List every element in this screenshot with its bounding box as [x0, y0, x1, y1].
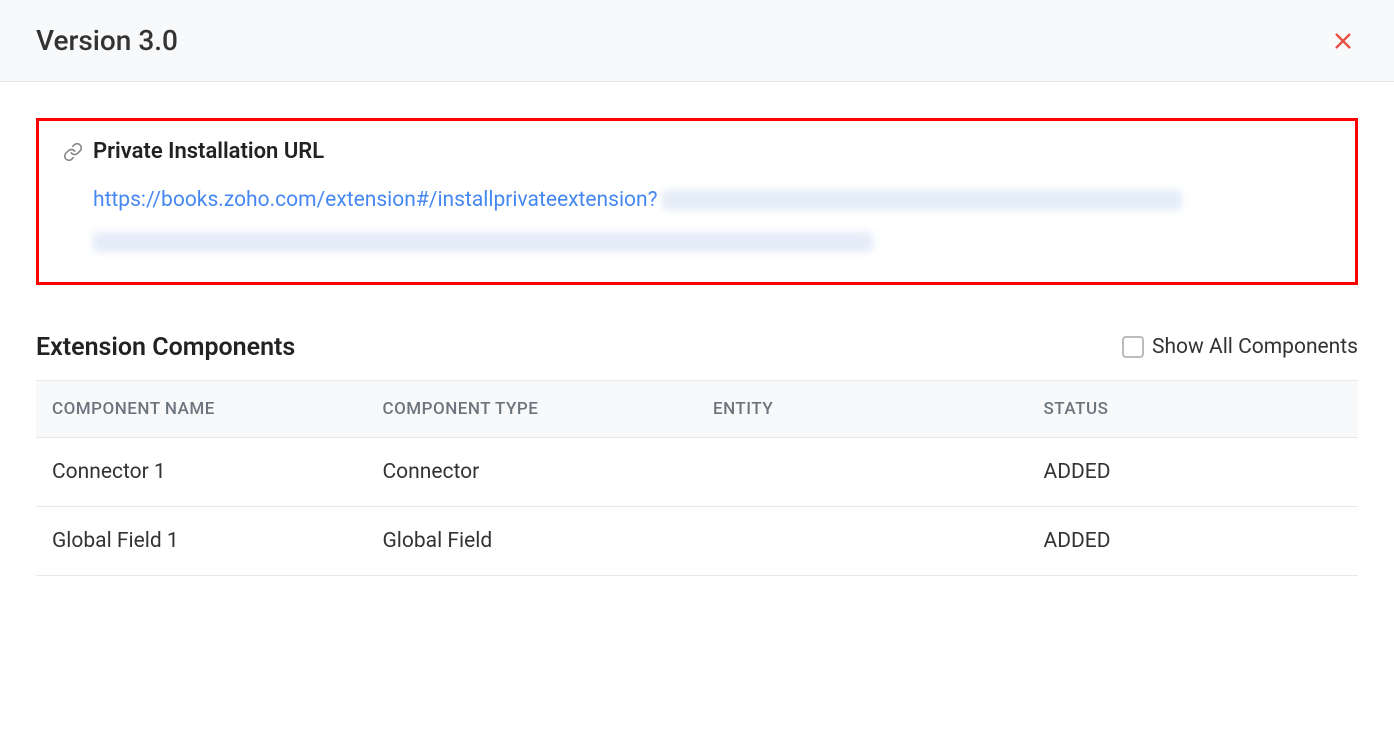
col-header-name: COMPONENT NAME — [36, 380, 367, 437]
url-panel-title: Private Installation URL — [93, 139, 324, 164]
dialog-header: Version 3.0 — [0, 0, 1394, 82]
close-icon — [1332, 30, 1354, 52]
table-header-row: COMPONENT NAME COMPONENT TYPE ENTITY STA… — [36, 380, 1358, 437]
cell-status: ADDED — [1028, 506, 1359, 575]
cell-name: Global Field 1 — [36, 506, 367, 575]
redacted-segment — [662, 190, 1182, 210]
cell-name: Connector 1 — [36, 437, 367, 506]
components-title: Extension Components — [36, 333, 295, 362]
show-all-components-toggle[interactable]: Show All Components — [1122, 335, 1358, 359]
cell-type: Global Field — [367, 506, 698, 575]
url-panel-header: Private Installation URL — [63, 139, 1331, 164]
table-row: Global Field 1 Global Field ADDED — [36, 506, 1358, 575]
cell-status: ADDED — [1028, 437, 1359, 506]
checkbox-icon — [1122, 336, 1144, 358]
link-icon — [63, 142, 83, 162]
close-button[interactable] — [1328, 26, 1358, 56]
show-all-label: Show All Components — [1152, 335, 1358, 359]
cell-entity — [697, 506, 1028, 575]
page-title: Version 3.0 — [36, 24, 178, 57]
dialog-content: Private Installation URL https://books.z… — [0, 82, 1394, 612]
col-header-status: STATUS — [1028, 380, 1359, 437]
redacted-segment — [93, 232, 873, 252]
col-header-entity: ENTITY — [697, 380, 1028, 437]
cell-entity — [697, 437, 1028, 506]
col-header-type: COMPONENT TYPE — [367, 380, 698, 437]
install-url-link[interactable]: https://books.zoho.com/extension#/instal… — [93, 188, 658, 212]
components-header: Extension Components Show All Components — [36, 333, 1358, 362]
url-content: https://books.zoho.com/extension#/instal… — [63, 182, 1331, 252]
components-table: COMPONENT NAME COMPONENT TYPE ENTITY STA… — [36, 380, 1358, 576]
private-install-url-panel: Private Installation URL https://books.z… — [36, 118, 1358, 285]
table-row: Connector 1 Connector ADDED — [36, 437, 1358, 506]
cell-type: Connector — [367, 437, 698, 506]
